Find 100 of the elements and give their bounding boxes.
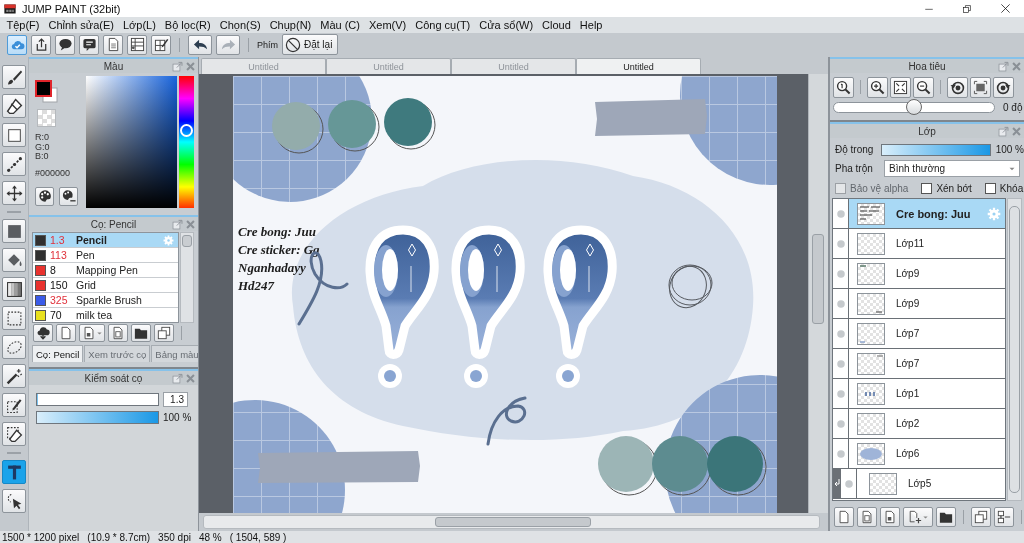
merge-layer-button[interactable] (994, 507, 1014, 527)
dot-icon[interactable] (836, 269, 845, 278)
scrollbar[interactable] (1007, 198, 1022, 501)
menu-item[interactable]: Help (575, 19, 607, 31)
duplicate-layer-button[interactable] (971, 507, 991, 527)
duplicate-button[interactable] (154, 324, 174, 342)
tool-button[interactable] (2, 123, 26, 147)
blend-mode-dropdown[interactable]: Bình thường (884, 160, 1020, 177)
new-layer-button[interactable] (834, 507, 854, 527)
dot-icon[interactable] (836, 299, 845, 308)
brush-list-item[interactable]: 113 Pen (33, 248, 178, 263)
menu-item[interactable]: Cửa sổ(W) (474, 19, 538, 31)
brush-list-item[interactable]: 325 Sparkle Brush (33, 293, 178, 308)
brush-list-item[interactable]: 70 milk tea (33, 308, 178, 322)
new-brush-button[interactable] (56, 324, 76, 342)
fit-screen-button[interactable] (890, 76, 911, 98)
menu-item[interactable]: Xem(V) (364, 19, 411, 31)
download-brush-button[interactable] (33, 324, 53, 342)
zoom-in-button[interactable] (867, 76, 888, 98)
brush-density-slider[interactable] (36, 411, 159, 424)
tool-button[interactable] (2, 181, 26, 205)
scrollbar[interactable] (808, 74, 828, 513)
scrollbar-thumb[interactable] (812, 234, 824, 324)
brush-list-item[interactable]: 1.3 Pencil (33, 233, 178, 248)
folder-button[interactable] (131, 324, 151, 342)
menu-item[interactable]: Chọn(S) (215, 19, 266, 31)
popout-icon[interactable] (172, 218, 183, 230)
popout-icon[interactable] (998, 60, 1009, 72)
scrollbar[interactable] (203, 515, 820, 529)
tool-button[interactable] (2, 65, 26, 89)
tool-button[interactable] (2, 489, 26, 513)
popout-icon[interactable] (998, 125, 1009, 137)
menu-item[interactable]: Chỉnh sửa(E) (44, 19, 119, 31)
menu-item[interactable]: Màu (C) (315, 19, 365, 31)
layer-item[interactable]: Lớp7 (849, 319, 1005, 348)
panel-tab[interactable]: Cọ: Pencil (32, 345, 84, 362)
toolbar-button[interactable] (55, 34, 75, 55)
dot-icon[interactable] (836, 419, 845, 428)
new-folder-button[interactable] (936, 507, 956, 527)
dot-icon[interactable] (836, 239, 845, 248)
menu-item[interactable]: Tệp(F) (2, 19, 44, 31)
dot-icon[interactable] (836, 389, 845, 398)
scrollbar-thumb[interactable] (1009, 206, 1020, 493)
transparent-swatch[interactable] (37, 109, 56, 127)
scrollbar-thumb[interactable] (435, 517, 591, 527)
menu-item[interactable]: Lớp(L) (118, 19, 161, 31)
tool-button[interactable] (2, 364, 26, 388)
add-layer-button[interactable] (903, 507, 933, 527)
tool-button[interactable] (2, 422, 26, 446)
foreground-background-color-icon[interactable] (35, 80, 58, 103)
opacity-slider[interactable] (880, 143, 991, 156)
toolbar-button[interactable] (79, 34, 99, 55)
color-picker-square[interactable] (86, 76, 177, 208)
brush-size-slider[interactable] (36, 393, 159, 406)
toolbar-button[interactable] (31, 34, 51, 55)
dot-icon[interactable] (836, 209, 845, 218)
palette-button[interactable] (35, 186, 54, 206)
dot-icon[interactable] (836, 359, 845, 368)
menu-item[interactable]: Công cụ(T) (410, 19, 475, 31)
tool-button[interactable] (2, 277, 26, 301)
dot-icon[interactable] (836, 329, 845, 338)
brush-list-item[interactable]: 8 Mapping Pen (33, 263, 178, 278)
dot-icon[interactable] (844, 479, 853, 488)
menu-item[interactable]: Bộ lọc(R) (160, 19, 216, 31)
slider-track[interactable] (833, 101, 995, 113)
hue-slider[interactable] (179, 76, 194, 208)
layer-item[interactable]: Lớp6 (849, 439, 1005, 468)
dot-icon[interactable] (836, 449, 845, 458)
toolbar-button[interactable] (188, 34, 212, 55)
slider-thumb[interactable] (906, 98, 922, 115)
fit-rect-button[interactable] (970, 76, 991, 98)
reset-button[interactable]: Đặt lại (282, 34, 339, 55)
popout-icon[interactable] (172, 372, 183, 384)
layer-item[interactable]: Cre bong: Juu (849, 199, 1005, 228)
checkbox[interactable] (984, 183, 996, 194)
layer-item[interactable]: Lớp7 (849, 349, 1005, 378)
layer-item[interactable]: Lớp9 (849, 259, 1005, 288)
layer-item[interactable]: Lớp5 (857, 469, 1005, 498)
rotate-left-button[interactable] (947, 76, 968, 98)
layer-button[interactable] (857, 507, 877, 527)
zoom-actual-button[interactable] (833, 76, 854, 98)
palette-settings-button[interactable] (59, 186, 78, 206)
brush-size-field[interactable]: 1.3 (163, 392, 188, 407)
menu-item[interactable]: Chụp(N) (265, 19, 316, 31)
toolbar-button[interactable] (151, 34, 171, 55)
layer-item[interactable]: Lớp11 (849, 229, 1005, 258)
brush-set-button[interactable] (108, 324, 128, 342)
layer-item[interactable]: Lớp9 (849, 289, 1005, 318)
tool-button[interactable] (2, 152, 26, 176)
checkbox[interactable] (921, 183, 933, 194)
layer-item[interactable]: Lớp2 (849, 409, 1005, 438)
layer-item[interactable]: Lớp1 (849, 379, 1005, 408)
zoom-out-button[interactable] (913, 76, 934, 98)
scrollbar[interactable] (180, 232, 194, 323)
tool-button[interactable] (2, 94, 26, 118)
brush-menu-button[interactable] (79, 324, 105, 342)
tool-button[interactable] (2, 248, 26, 272)
layer-button[interactable] (880, 507, 900, 527)
popout-icon[interactable] (172, 60, 183, 72)
tool-button[interactable] (2, 393, 26, 417)
